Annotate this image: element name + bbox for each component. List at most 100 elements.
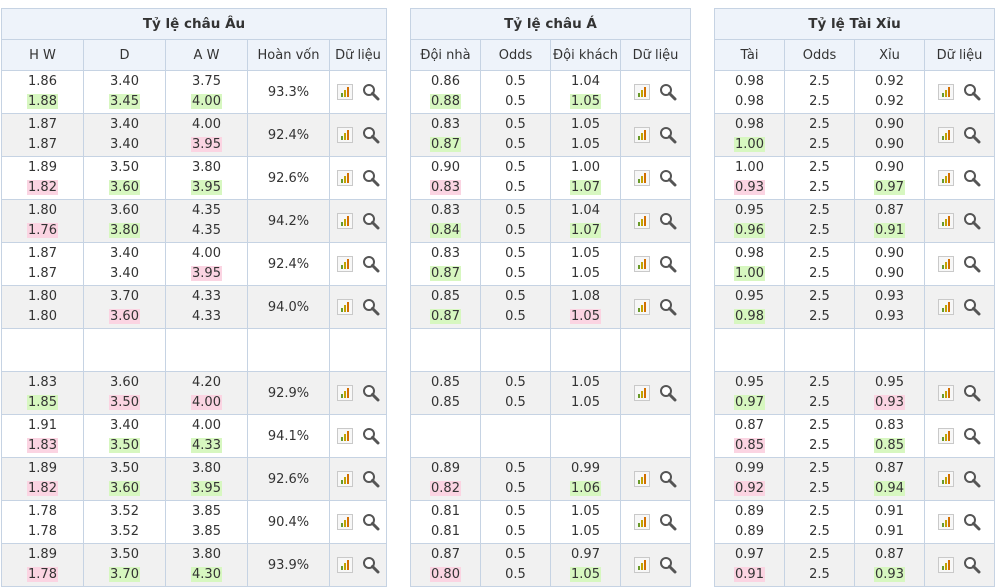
- bar-chart-icon[interactable]: [336, 213, 353, 229]
- bar-chart-icon[interactable]: [938, 514, 954, 530]
- bar-chart-icon[interactable]: [336, 256, 353, 272]
- asia-odds-cell: 0.5 0.5: [480, 242, 551, 286]
- eu-d-live: 3.60: [84, 178, 165, 198]
- eu-aw-open-value: 4.35: [192, 203, 221, 218]
- search-icon[interactable]: [659, 212, 677, 230]
- bar-chart-icon[interactable]: [336, 428, 353, 444]
- bar-chart-icon[interactable]: [634, 557, 650, 573]
- bar-chart-icon[interactable]: [336, 514, 353, 530]
- data-actions-cell: [620, 242, 691, 286]
- search-icon[interactable]: [362, 255, 380, 273]
- ou-odds-live-value: 2.5: [809, 481, 830, 496]
- ou-odds-open-value: 2.5: [809, 289, 830, 304]
- search-icon[interactable]: [659, 169, 677, 187]
- search-icon[interactable]: [362, 169, 380, 187]
- bar-chart-icon[interactable]: [634, 84, 650, 100]
- bar-chart-icon[interactable]: [634, 170, 650, 186]
- eu-hw-open: 1.89: [2, 459, 83, 479]
- eu-hw-open: 1.86: [2, 72, 83, 92]
- bar-chart-icon[interactable]: [336, 385, 353, 401]
- search-icon[interactable]: [963, 83, 981, 101]
- search-icon[interactable]: [362, 83, 380, 101]
- bar-chart-icon[interactable]: [938, 127, 954, 143]
- ou-under-open-value: 0.92: [875, 74, 904, 89]
- ou-over-live-value: 0.91: [734, 567, 765, 582]
- bar-chart-icon[interactable]: [938, 213, 954, 229]
- search-icon[interactable]: [963, 126, 981, 144]
- eu-hw-open: 1.87: [2, 244, 83, 264]
- asia-odds-open: 0.5: [481, 545, 550, 565]
- eu-d-live: 3.60: [84, 307, 165, 327]
- eu-hw-live: 1.88: [2, 92, 83, 112]
- search-icon[interactable]: [963, 384, 981, 402]
- search-icon[interactable]: [963, 298, 981, 316]
- search-icon[interactable]: [659, 126, 677, 144]
- search-icon[interactable]: [659, 83, 677, 101]
- eu-d-live-value: 3.70: [109, 567, 140, 582]
- ou-table-row: 0.98 1.00 2.5 2.5 0.90 0.90: [714, 242, 995, 286]
- bar-chart-icon[interactable]: [634, 471, 650, 487]
- search-icon[interactable]: [659, 556, 677, 574]
- bar-chart-icon[interactable]: [938, 170, 954, 186]
- search-icon[interactable]: [362, 470, 380, 488]
- search-icon[interactable]: [659, 384, 677, 402]
- bar-chart-icon[interactable]: [634, 127, 650, 143]
- bar-chart-icon[interactable]: [938, 428, 954, 444]
- asia-away-open-value: 1.00: [571, 160, 600, 175]
- asia-odds-live: 0.5: [481, 92, 550, 112]
- search-icon[interactable]: [963, 427, 981, 445]
- bar-chart-icon[interactable]: [938, 557, 954, 573]
- eu-table-row: 1.89 1.82 3.50 3.60 3.80 3.95 92.6%: [1, 156, 387, 200]
- eu-aw-live: 4.00: [166, 92, 247, 112]
- data-actions: [925, 427, 994, 445]
- eu-d-open-value: 3.70: [110, 289, 139, 304]
- search-icon[interactable]: [963, 513, 981, 531]
- eu-d-live: 3.40: [84, 135, 165, 155]
- bar-chart-icon[interactable]: [336, 170, 353, 186]
- search-icon[interactable]: [963, 212, 981, 230]
- eu-d-live: 3.45: [84, 92, 165, 112]
- search-icon[interactable]: [963, 556, 981, 574]
- asia-odds-open: 0.5: [481, 72, 550, 92]
- bar-chart-icon[interactable]: [938, 471, 954, 487]
- ou-over-cell: 0.87 0.85: [714, 414, 785, 458]
- asia-table-row: 0.83 0.84 0.5 0.5 1.04 1.07: [410, 199, 691, 243]
- search-icon[interactable]: [963, 169, 981, 187]
- bar-chart-icon[interactable]: [938, 385, 954, 401]
- bar-chart-icon[interactable]: [634, 213, 650, 229]
- bar-chart-icon[interactable]: [336, 471, 353, 487]
- ou-over-open-value: 0.97: [735, 547, 764, 562]
- asia-away-cell: [550, 328, 621, 372]
- search-icon[interactable]: [659, 513, 677, 531]
- search-icon[interactable]: [362, 298, 380, 316]
- col-away: Đội khách: [550, 39, 621, 71]
- bar-chart-icon[interactable]: [938, 299, 954, 315]
- bar-chart-icon[interactable]: [634, 299, 650, 315]
- bar-chart-icon[interactable]: [634, 385, 650, 401]
- search-icon[interactable]: [963, 470, 981, 488]
- ou-odds-cell: 2.5 2.5: [784, 371, 855, 415]
- bar-chart-icon[interactable]: [336, 557, 353, 573]
- bar-chart-icon[interactable]: [336, 127, 353, 143]
- eu-d-live-value: 3.52: [110, 524, 139, 539]
- ou-under-cell: [854, 328, 925, 372]
- eu-hw-open-value: 1.80: [28, 289, 57, 304]
- eu-hw-live: 1.76: [2, 221, 83, 241]
- bar-chart-icon[interactable]: [938, 256, 954, 272]
- bar-chart-icon[interactable]: [336, 299, 353, 315]
- bar-chart-icon[interactable]: [938, 84, 954, 100]
- search-icon[interactable]: [362, 513, 380, 531]
- asia-away-live-value: 1.05: [570, 94, 601, 109]
- bar-chart-icon[interactable]: [634, 514, 650, 530]
- search-icon[interactable]: [659, 298, 677, 316]
- bar-chart-icon[interactable]: [336, 84, 353, 100]
- search-icon[interactable]: [963, 255, 981, 273]
- search-icon[interactable]: [362, 427, 380, 445]
- bar-chart-icon[interactable]: [634, 256, 650, 272]
- search-icon[interactable]: [362, 126, 380, 144]
- search-icon[interactable]: [362, 384, 380, 402]
- search-icon[interactable]: [659, 255, 677, 273]
- search-icon[interactable]: [362, 212, 380, 230]
- search-icon[interactable]: [362, 556, 380, 574]
- search-icon[interactable]: [659, 470, 677, 488]
